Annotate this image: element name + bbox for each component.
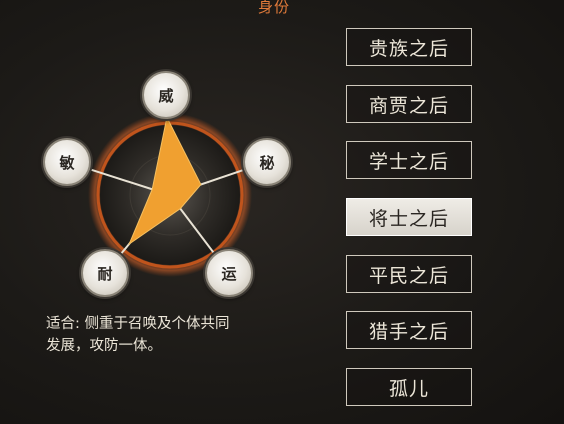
attribute-label: 敏 [59,153,75,172]
identity-button-orphan[interactable]: 孤儿 [346,368,472,406]
description-line-2: 发展，攻防一体。 [46,338,162,354]
attribute-node: 敏 [43,138,91,186]
identity-button-hunter[interactable]: 猎手之后 [346,311,472,349]
attribute-node: 运 [205,249,253,297]
attribute-label: 秘 [259,153,275,172]
attribute-label: 运 [221,264,237,283]
identity-button-scholar[interactable]: 学士之后 [346,141,472,179]
attribute-node: 耐 [81,249,129,297]
identity-button-soldier[interactable]: 将士之后 [346,198,472,236]
attribute-node: 秘 [243,138,291,186]
attribute-label: 威 [158,86,174,105]
identity-button-noble[interactable]: 贵族之后 [346,28,472,66]
identity-description: 适合: 侧重于召唤及个体共同 发展，攻防一体。 [46,313,316,357]
attribute-node: 威 [142,71,190,119]
attribute-label: 耐 [97,264,113,283]
identity-button-commoner[interactable]: 平民之后 [346,255,472,293]
identity-button-merchant[interactable]: 商贾之后 [346,85,472,123]
description-line-1: 适合: 侧重于召唤及个体共同 [46,316,230,332]
